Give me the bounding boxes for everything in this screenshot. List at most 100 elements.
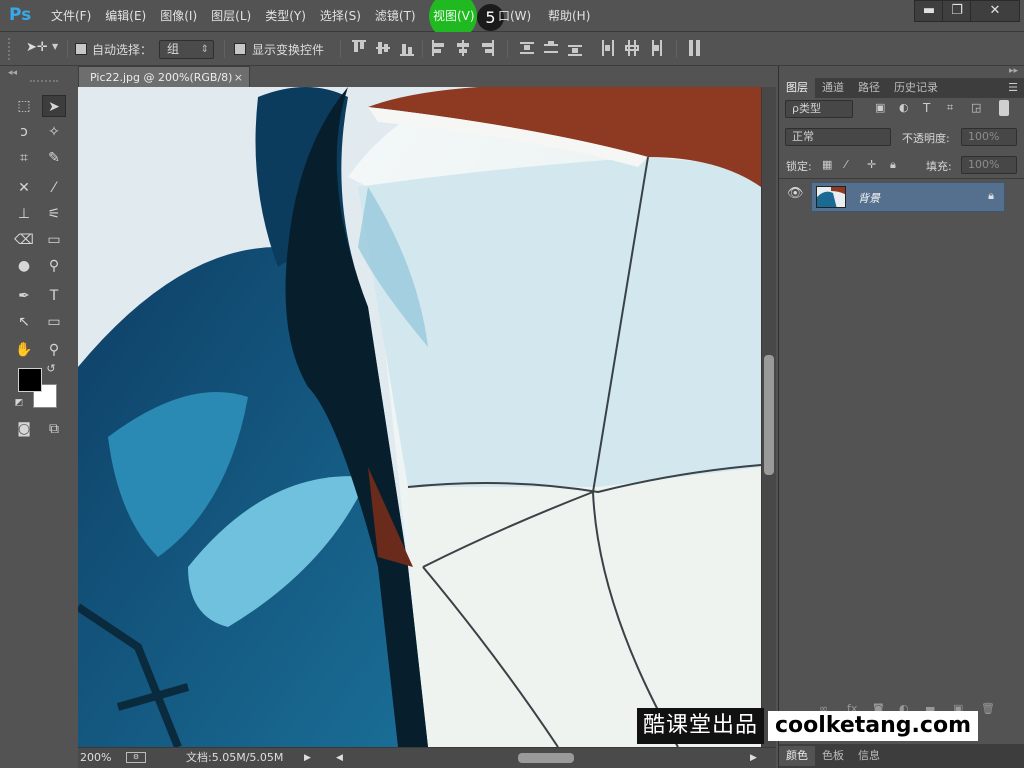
tab-layers[interactable]: 图层 — [779, 78, 815, 98]
zoom-tool-icon[interactable]: ⚲ — [42, 339, 66, 361]
status-menu-arrow-icon[interactable]: ▶ — [304, 748, 311, 768]
clone-stamp-icon[interactable]: ⊥ — [12, 203, 36, 225]
toolbox-collapse[interactable]: ◂◂ — [8, 68, 17, 78]
scroll-right-icon[interactable]: ▶ — [750, 748, 757, 768]
eraser-icon[interactable]: ⌫ — [12, 229, 36, 251]
options-grip[interactable] — [8, 38, 12, 60]
vertical-scrollbar[interactable] — [761, 87, 776, 747]
default-colors-icon[interactable]: ◩ — [12, 396, 26, 410]
rectangle-tool-icon[interactable]: ▭ — [42, 311, 66, 333]
quick-mask-icon[interactable]: ◙ — [12, 418, 36, 440]
layer-row-background[interactable]: 背景 🔒︎ — [811, 182, 1005, 212]
align-right-icon[interactable] — [480, 40, 494, 56]
crop-tool-icon[interactable]: ⌗ — [12, 147, 36, 169]
close-button[interactable]: ✕ — [970, 0, 1020, 22]
gradient-tool-icon[interactable]: ▭ — [42, 229, 66, 251]
blur-tool-icon[interactable]: ● — [12, 255, 36, 277]
dodge-tool-icon[interactable]: ⚲ — [42, 255, 66, 277]
menu-select[interactable]: 选择(S) — [313, 0, 368, 32]
opacity-input[interactable]: 100% — [961, 128, 1017, 146]
filter-adjust-icon[interactable]: ◐ — [899, 101, 909, 114]
marquee-tool-icon[interactable]: ⬚ — [12, 95, 36, 117]
align-bottom-icon[interactable] — [400, 40, 414, 56]
tab-channels[interactable]: 通道 — [815, 78, 851, 98]
lasso-tool-icon[interactable]: ↄ — [12, 121, 36, 143]
brush-tool-icon[interactable]: ⁄ — [42, 177, 66, 199]
menu-view[interactable]: 视图(V) — [433, 0, 475, 32]
lock-all-icon[interactable]: 🔒︎ — [890, 158, 896, 172]
history-brush-icon[interactable]: ⚟ — [42, 203, 66, 225]
auto-select-dropdown[interactable]: 组 — [159, 40, 214, 59]
panel-menu-icon[interactable]: ☰ — [1008, 81, 1018, 94]
auto-align-icon[interactable] — [688, 40, 702, 56]
swap-colors-icon[interactable]: ↺ — [44, 362, 58, 376]
distribute-left-icon[interactable] — [600, 40, 614, 56]
toolbox-grip[interactable] — [30, 80, 58, 83]
menu-file[interactable]: 文件(F) — [44, 0, 98, 32]
filter-toggle-icon[interactable] — [999, 100, 1009, 116]
restore-button[interactable]: ❐ — [942, 0, 972, 22]
distribute-hcenter-icon[interactable] — [624, 40, 639, 56]
document-title: Pic22.jpg @ 200%(RGB/8) — [90, 71, 233, 84]
screen-mode-icon[interactable]: ⧉ — [42, 418, 66, 440]
menu-type[interactable]: 类型(Y) — [258, 0, 313, 32]
menu-filter[interactable]: 滤镜(T) — [368, 0, 423, 32]
vertical-scroll-thumb[interactable] — [764, 355, 774, 475]
eyedropper-icon[interactable]: ✎ — [42, 147, 66, 169]
menu-window[interactable]: 口(W) — [498, 0, 531, 32]
scroll-left-icon[interactable]: ◀ — [336, 748, 343, 768]
path-select-icon[interactable]: ↖ — [12, 311, 36, 333]
align-top-icon[interactable] — [352, 40, 366, 56]
magic-wand-icon[interactable]: ✧ — [42, 121, 66, 143]
distribute-top-icon[interactable] — [520, 40, 534, 56]
menu-image[interactable]: 图像(I) — [153, 0, 204, 32]
panel-collapse-icon[interactable]: ▸▸ — [1009, 66, 1018, 76]
chevron-down-icon[interactable]: ▼ — [52, 42, 58, 51]
align-left-icon[interactable] — [432, 40, 446, 56]
foreground-color-swatch[interactable] — [18, 368, 42, 392]
visibility-eye-icon[interactable]: 👁︎ — [787, 186, 804, 201]
separator — [507, 40, 508, 58]
filter-pixel-icon[interactable]: ▣ — [875, 101, 885, 114]
pen-tool-icon[interactable]: ✒ — [12, 285, 36, 307]
minimize-button[interactable]: ▬ — [914, 0, 944, 22]
delete-layer-icon[interactable]: 🗑︎ — [981, 702, 995, 715]
tab-history[interactable]: 历史记录 — [887, 78, 945, 98]
fill-input[interactable]: 100% — [961, 156, 1017, 174]
healing-brush-icon[interactable]: ✕ — [12, 177, 36, 199]
menu-edit[interactable]: 编辑(E) — [98, 0, 153, 32]
lock-position-icon[interactable]: ✛ — [867, 158, 876, 171]
tab-info[interactable]: 信息 — [851, 746, 887, 766]
hand-tool-icon[interactable]: ✋ — [12, 339, 36, 361]
distribute-right-icon[interactable] — [648, 40, 662, 56]
layer-name: 背景 — [858, 192, 880, 205]
show-transform-checkbox[interactable] — [234, 43, 246, 55]
move-tool-icon[interactable]: ➤✛ — [26, 40, 48, 55]
zoom-level[interactable]: 200% — [80, 748, 111, 768]
tab-swatches[interactable]: 色板 — [815, 746, 851, 766]
lock-transparent-icon[interactable]: ▦ — [822, 158, 832, 171]
align-vcenter-icon[interactable] — [376, 40, 390, 56]
close-tab-icon[interactable]: × — [234, 67, 243, 88]
align-hcenter-icon[interactable] — [456, 40, 470, 56]
menu-layer[interactable]: 图层(L) — [204, 0, 258, 32]
layer-filter-select[interactable]: ρ类型 — [785, 100, 853, 118]
tab-color[interactable]: 颜色 — [779, 746, 815, 766]
status-info-icon[interactable]: ⚙ — [126, 752, 146, 763]
auto-select-checkbox[interactable] — [75, 43, 87, 55]
blend-mode-select[interactable]: 正常 — [785, 128, 891, 146]
type-tool-icon[interactable]: T — [42, 285, 66, 307]
horizontal-scroll-thumb[interactable] — [518, 753, 574, 763]
filter-type-icon[interactable]: T — [923, 101, 930, 115]
menu-list: 文件(F) 编辑(E) 图像(I) 图层(L) 类型(Y) 选择(S) 滤镜(T… — [44, 0, 423, 32]
distribute-bottom-icon[interactable] — [568, 40, 582, 56]
canvas-area[interactable] — [78, 87, 761, 747]
menu-help[interactable]: 帮助(H) — [548, 0, 590, 32]
filter-shape-icon[interactable]: ⌗ — [947, 101, 953, 115]
document-tab[interactable]: Pic22.jpg @ 200%(RGB/8) × — [78, 66, 250, 88]
filter-smart-icon[interactable]: ◲ — [971, 101, 981, 114]
tab-paths[interactable]: 路径 — [851, 78, 887, 98]
lock-pixels-icon[interactable]: ⁄ — [845, 158, 847, 171]
distribute-vcenter-icon[interactable] — [544, 40, 558, 56]
move-tool-icon[interactable]: ➤ — [42, 95, 66, 117]
